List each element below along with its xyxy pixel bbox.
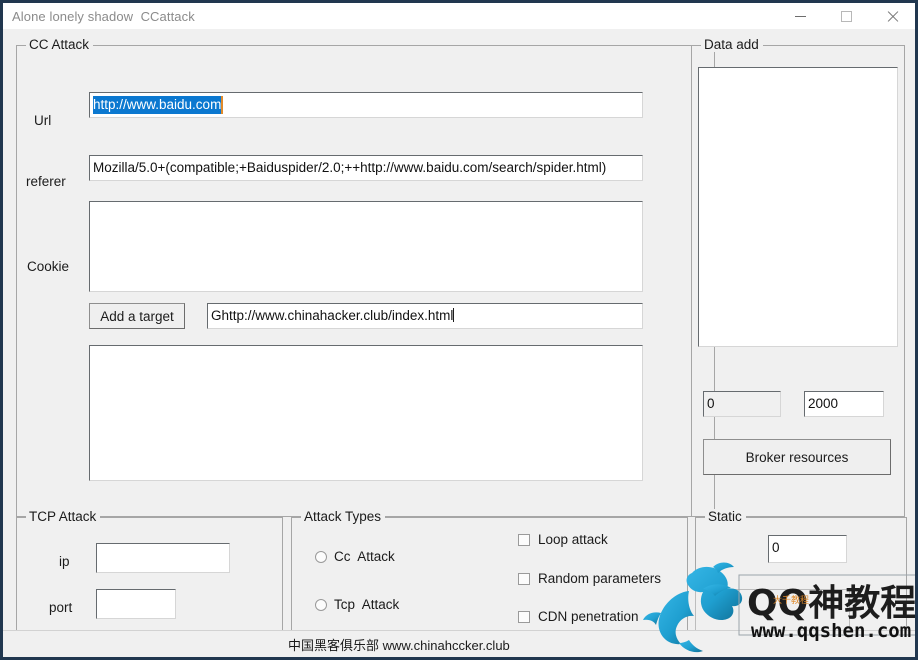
referer-input[interactable]: Mozilla/5.0+(compatible;+Baiduspider/2.0…	[89, 155, 643, 181]
radio-cc-attack-label: Cc Attack	[334, 549, 395, 564]
minimize-icon	[794, 15, 806, 17]
target-url-input[interactable]: Ghttp://www.chinahacker.club/index.html	[207, 303, 643, 329]
checkbox-random-parameters-icon	[518, 572, 530, 585]
url-input-value: http://www.baidu.com	[90, 93, 642, 114]
data-threads-input[interactable]: 2000	[804, 391, 884, 417]
title-bar: Alone lonely shadow CCattack	[3, 3, 915, 29]
static-group-title: Static	[705, 509, 746, 524]
url-input[interactable]: http://www.baidu.com	[89, 92, 643, 118]
status-bar-text: 中国黑客俱乐部 www.chinahccker.club	[288, 637, 510, 653]
data-count-input[interactable]: 0	[703, 391, 781, 417]
port-label: port	[49, 600, 73, 615]
radio-tcp-attack[interactable]: Tcp Attack	[315, 597, 399, 612]
ip-input[interactable]	[96, 543, 230, 573]
attack-types-group-title: Attack Types	[301, 509, 386, 524]
target-url-value: Ghttp://www.chinahacker.club/index.html	[211, 308, 455, 323]
cookie-textarea-value	[90, 202, 642, 205]
radio-tcp-attack-label: Tcp Attack	[334, 597, 400, 612]
target-list-value	[90, 346, 642, 349]
url-label: Url	[34, 113, 52, 128]
checkbox-loop-attack-icon	[518, 533, 530, 546]
data-add-group-title: Data add	[701, 37, 763, 52]
referer-input-value: Mozilla/5.0+(compatible;+Baiduspider/2.0…	[93, 160, 607, 175]
maximize-icon	[840, 10, 852, 22]
tcp-attack-group-title: TCP Attack	[26, 509, 101, 524]
checkbox-loop-attack-label: Loop attack	[538, 532, 608, 547]
window-title: Alone lonely shadow CCattack	[12, 8, 195, 24]
close-icon	[886, 10, 899, 23]
port-input-value	[97, 590, 175, 593]
data-threads-value: 2000	[808, 396, 839, 411]
client-area: CC Attack Url http://www.baidu.com refer…	[3, 29, 915, 657]
status-bar: 中国黑客俱乐部 www.chinahccker.club	[3, 630, 915, 657]
port-input[interactable]	[96, 589, 176, 619]
static-log-panel	[695, 589, 850, 631]
add-target-button[interactable]: Add a target	[89, 303, 185, 329]
checkbox-random-parameters-label: Random parameters	[538, 571, 662, 586]
broker-resources-button[interactable]: Broker resources	[703, 439, 891, 475]
data-count-value: 0	[707, 396, 715, 411]
cookie-textarea[interactable]	[89, 201, 643, 292]
maximize-button[interactable]	[823, 3, 869, 29]
ip-input-value	[97, 544, 229, 547]
checkbox-cdn-penetration-icon	[518, 610, 530, 623]
referer-label: referer	[26, 174, 66, 189]
cookie-label: Cookie	[27, 259, 70, 274]
target-list-textarea[interactable]	[89, 345, 643, 481]
ip-label: ip	[59, 554, 70, 569]
static-counter-value: 0	[772, 540, 780, 555]
tcp-attack-group: TCP Attack	[16, 509, 283, 642]
data-add-list-value	[699, 68, 897, 71]
minimize-button[interactable]	[777, 3, 823, 29]
text-caret	[453, 308, 455, 322]
checkbox-loop-attack[interactable]: Loop attack	[518, 532, 608, 547]
static-log-value	[696, 590, 849, 593]
data-add-listbox[interactable]	[698, 67, 898, 347]
radio-tcp-attack-icon	[315, 598, 327, 611]
checkbox-cdn-penetration[interactable]: CDN penetration	[518, 609, 639, 624]
checkbox-random-parameters[interactable]: Random parameters	[518, 571, 661, 586]
static-counter-input[interactable]: 0	[768, 535, 847, 563]
radio-cc-attack-icon	[315, 550, 327, 563]
close-button[interactable]	[869, 3, 915, 29]
app-window: Alone lonely shadow CCattack CC Attack U…	[0, 0, 918, 660]
checkbox-cdn-penetration-label: CDN penetration	[538, 609, 639, 624]
url-selection: http://www.baidu.com	[93, 96, 222, 114]
cc-attack-group-title: CC Attack	[26, 37, 94, 52]
radio-cc-attack[interactable]: Cc Attack	[315, 549, 395, 564]
